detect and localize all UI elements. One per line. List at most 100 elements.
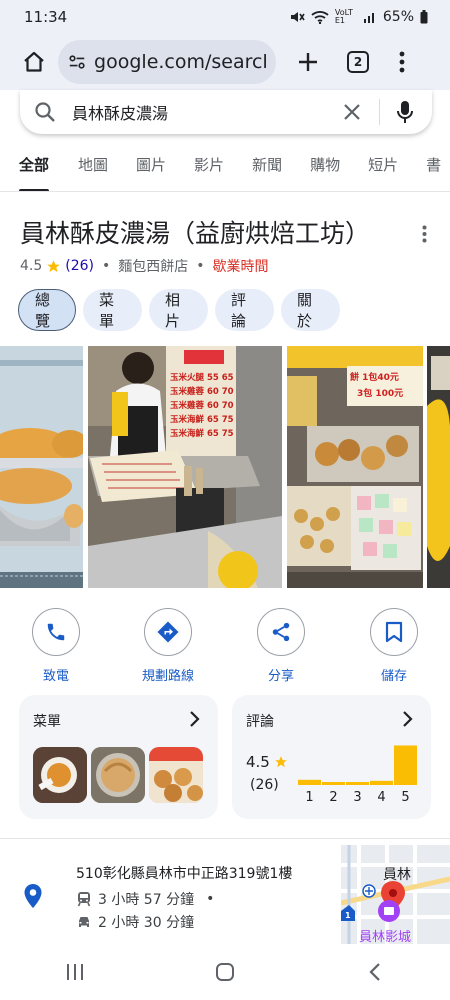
photo-pastries[interactable] [0,346,83,588]
location-pin-icon [24,884,42,908]
close-icon [344,104,360,120]
map-poi-label: 員林影城 [359,930,411,945]
tab-images[interactable]: 圖片 [136,146,166,191]
share-button[interactable] [257,608,305,656]
review-count-link[interactable]: (26) [65,258,94,274]
chip-menu[interactable]: 菜單 [83,289,142,331]
recent-apps-icon [67,964,83,980]
photo-bags[interactable] [427,346,450,588]
chip-about[interactable]: 關於 [281,289,340,331]
tab-videos[interactable]: 影片 [194,146,224,191]
chevron-right-icon [190,711,200,727]
home-icon [24,51,44,72]
search-divider [379,99,380,125]
search-area: 員林酥皮濃湯 [0,90,450,142]
place-more-button[interactable] [412,222,436,246]
star-icon [275,756,287,768]
more-vert-icon [399,51,405,73]
back-nav-button[interactable] [350,952,400,992]
mic-icon [397,101,413,123]
site-settings-icon [69,55,85,69]
tab-books[interactable]: 書 [426,146,441,191]
place-chips: 總覽 菜單 相片 評論 關於 [18,289,340,331]
home-button[interactable] [16,44,52,80]
menu-card[interactable]: 菜單 [19,695,218,819]
status-time: 11:34 [24,8,68,26]
map-city-label: 員林 [383,867,411,883]
home-nav-button[interactable] [200,952,250,992]
rating-bar-5 [394,745,417,785]
directions-icon [157,621,179,643]
price-line-5: 玉米海鮮 65 75 [170,428,234,439]
clear-search-button[interactable] [337,97,367,127]
transit-dot: • [206,891,215,907]
rating-bar-2 [322,782,345,785]
system-nav-bar [0,944,450,1000]
status-bar: 11:34 VoLTE1 65% [0,0,450,34]
battery-percent: 65% [382,9,414,25]
voice-search-button[interactable] [392,97,418,127]
search-filter-tabs: 全部 地圖 圖片 影片 新聞 購物 短片 書 [0,146,450,192]
tab-news[interactable]: 新聞 [252,146,282,191]
map-preview-art: 員林 1 員林影城 [341,845,450,945]
review-card-title: 評論 [246,714,274,730]
rating-bar-1 [298,779,321,785]
chip-overview[interactable]: 總覽 [18,289,76,331]
photo-soup-stall[interactable]: 玉米火腿 55 65 玉米雞蓉 60 70 玉米雞蓉 60 70 玉米海鮮 65… [88,346,282,588]
signal-icon [363,13,374,23]
tab-all[interactable]: 全部 [19,146,50,191]
battery-icon [420,10,428,24]
share-action[interactable]: 分享 [235,608,327,684]
back-icon [369,963,380,981]
menu-photo-3[interactable] [149,747,203,803]
status-icons: VoLTE1 65% [289,9,428,25]
mute-icon [290,12,305,22]
review-rating-value: 4.5 [246,753,270,771]
review-rating: 4.5 [246,753,288,771]
tab-count: 2 [347,51,369,73]
tab-maps[interactable]: 地圖 [78,146,108,191]
place-category: 麵包西餅店 [118,259,189,275]
home-nav-icon [216,963,234,981]
address-bar[interactable]: google.com/search? [58,40,276,84]
bookmark-icon [385,621,403,643]
save-button[interactable] [370,608,418,656]
chip-photos[interactable]: 相片 [149,289,208,331]
share-icon [272,622,290,642]
star-icon [47,259,61,272]
photo-carousel[interactable]: 玉米火腿 55 65 玉米雞蓉 60 70 玉米雞蓉 60 70 玉米海鮮 65… [0,346,450,588]
directions-action[interactable]: 規劃路線 [122,608,214,684]
menu-photo-2[interactable] [91,747,145,803]
map-preview[interactable]: 員林 1 員林影城 [341,845,450,945]
search-icon [35,102,55,122]
train-icon [77,892,91,907]
tab-shopping[interactable]: 購物 [310,146,340,191]
chip-reviews[interactable]: 評論 [215,289,274,331]
review-card[interactable]: 評論 4.5 (26) 1 2 3 4 5 [232,695,431,819]
call-action[interactable]: 致電 [10,608,102,684]
browser-toolbar: google.com/search? 2 [0,34,450,90]
menu-photo-1[interactable] [33,747,87,803]
url-text: google.com/search? [94,51,266,73]
address-section[interactable]: 510彰化縣員林市中正路319號1樓 3 小時 57 分鐘 • 2 小時 30 … [0,838,450,945]
photo-bags-art [427,346,450,588]
photo-snacks[interactable]: 餅 1包40元 3包 100元 [287,346,423,588]
tab-switcher-button[interactable]: 2 [340,44,376,80]
hours-status[interactable]: 歇業時間 [213,256,269,276]
search-box[interactable]: 員林酥皮濃湯 [20,90,432,134]
new-tab-button[interactable] [290,44,326,80]
tab-shorts[interactable]: 短片 [368,146,398,191]
snack-sign-line-1: 餅 1包40元 [349,371,399,383]
recent-apps-button[interactable] [50,952,100,992]
call-button[interactable] [32,608,80,656]
place-title: 員林酥皮濃湯（益廚烘焙工坊） [20,219,371,248]
price-line-2: 玉米雞蓉 60 70 [170,386,234,397]
browser-menu-button[interactable] [390,44,414,80]
rating-bar-label-1: 1 [305,790,313,805]
search-input[interactable]: 員林酥皮濃湯 [72,100,337,124]
share-label: 分享 [267,669,294,684]
rating-bar-label-5: 5 [401,790,409,805]
save-action[interactable]: 儲存 [348,608,440,684]
rating-bar-label-4: 4 [377,790,385,805]
directions-button[interactable] [144,608,192,656]
